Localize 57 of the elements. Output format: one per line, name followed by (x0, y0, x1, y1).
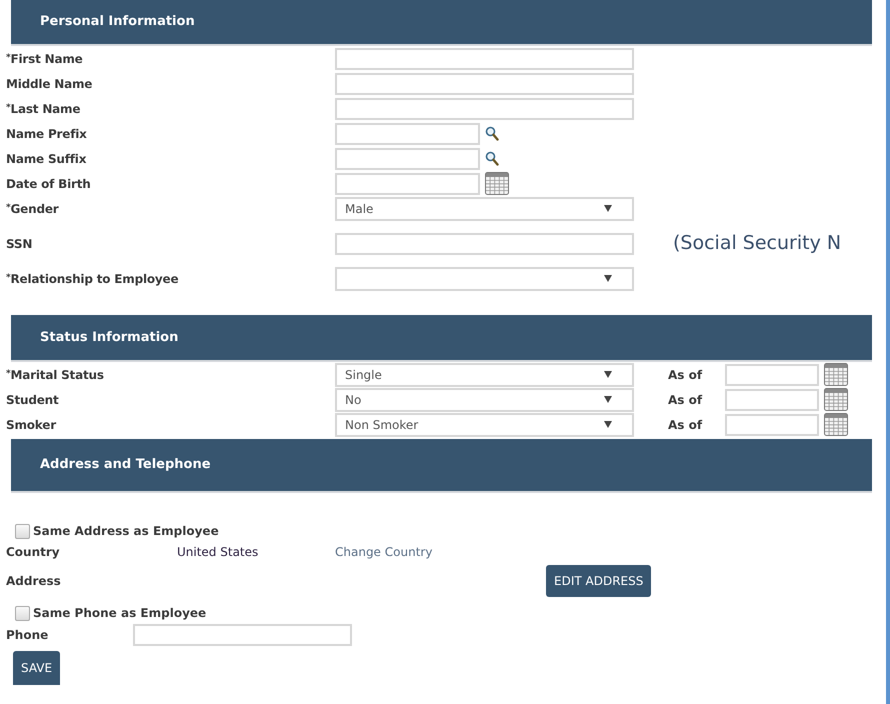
dropdown[interactable]: No (335, 388, 634, 412)
dropdown[interactable]: Male (335, 196, 634, 220)
input-field[interactable] (725, 388, 819, 410)
calendar-icon[interactable] (485, 172, 509, 195)
field-label: $^{*}$Last Name (6, 100, 82, 118)
checkbox-label: Same Address as Employee (33, 523, 219, 540)
checkbox[interactable] (15, 524, 30, 538)
caret-icon (604, 371, 612, 378)
dropdown[interactable] (335, 266, 634, 290)
field-label: As of (668, 366, 704, 384)
field-label: Student (6, 392, 60, 408)
field-label: $^{*}$Relationship to Employee (6, 270, 180, 288)
input-field[interactable] (725, 414, 819, 436)
search-icon[interactable] (485, 151, 499, 166)
dropdown[interactable]: Single (335, 362, 634, 386)
calendar-icon[interactable] (824, 413, 848, 436)
section-header: Personal Information (11, 0, 872, 46)
section-header: Address and Telephone (11, 439, 872, 493)
input-field[interactable] (335, 122, 480, 144)
checkbox[interactable] (15, 606, 30, 620)
caret-icon (604, 421, 612, 428)
calendar-icon[interactable] (824, 388, 848, 411)
field-label: As of (668, 392, 704, 408)
field-label: Country (6, 544, 61, 561)
field-label: SSN (6, 236, 34, 252)
field-label: $^{*}$First Name (6, 50, 84, 68)
input-field[interactable] (335, 232, 634, 254)
input-field[interactable] (335, 72, 634, 94)
field-label: $^{*}$Marital Status (6, 366, 105, 384)
save-button[interactable]: SAVE (13, 651, 60, 685)
input-field[interactable] (335, 172, 480, 194)
input-field[interactable] (335, 48, 634, 70)
section-header: Status Information (11, 315, 872, 362)
search-icon[interactable] (485, 126, 499, 141)
field-label: Name Prefix (6, 126, 88, 142)
calendar-icon[interactable] (824, 363, 848, 386)
field-label: As of (668, 416, 704, 434)
field-label: Middle Name (6, 76, 94, 92)
input-field[interactable] (133, 624, 352, 646)
field-label: Name Suffix (6, 150, 88, 168)
input-field[interactable] (335, 148, 480, 170)
input-field[interactable] (335, 98, 634, 120)
change-country-link[interactable]: Change Country (335, 543, 432, 561)
field-label: Address (6, 573, 62, 590)
dropdown[interactable]: Non Smoker (335, 412, 634, 436)
hint-text: (Social Security N (673, 231, 842, 256)
field-label: Date of Birth (6, 176, 92, 192)
caret-icon (604, 396, 612, 403)
caret-icon (604, 275, 612, 282)
edit-address-button[interactable]: EDIT ADDRESS (546, 565, 652, 597)
input-field[interactable] (725, 364, 819, 386)
field-label: $^{*}$Gender (6, 200, 60, 218)
field-label: Phone (6, 627, 50, 644)
field-value: United States (177, 544, 260, 561)
checkbox-label: Same Phone as Employee (33, 605, 206, 622)
caret-icon (604, 205, 612, 212)
field-label: Smoker (6, 416, 58, 434)
